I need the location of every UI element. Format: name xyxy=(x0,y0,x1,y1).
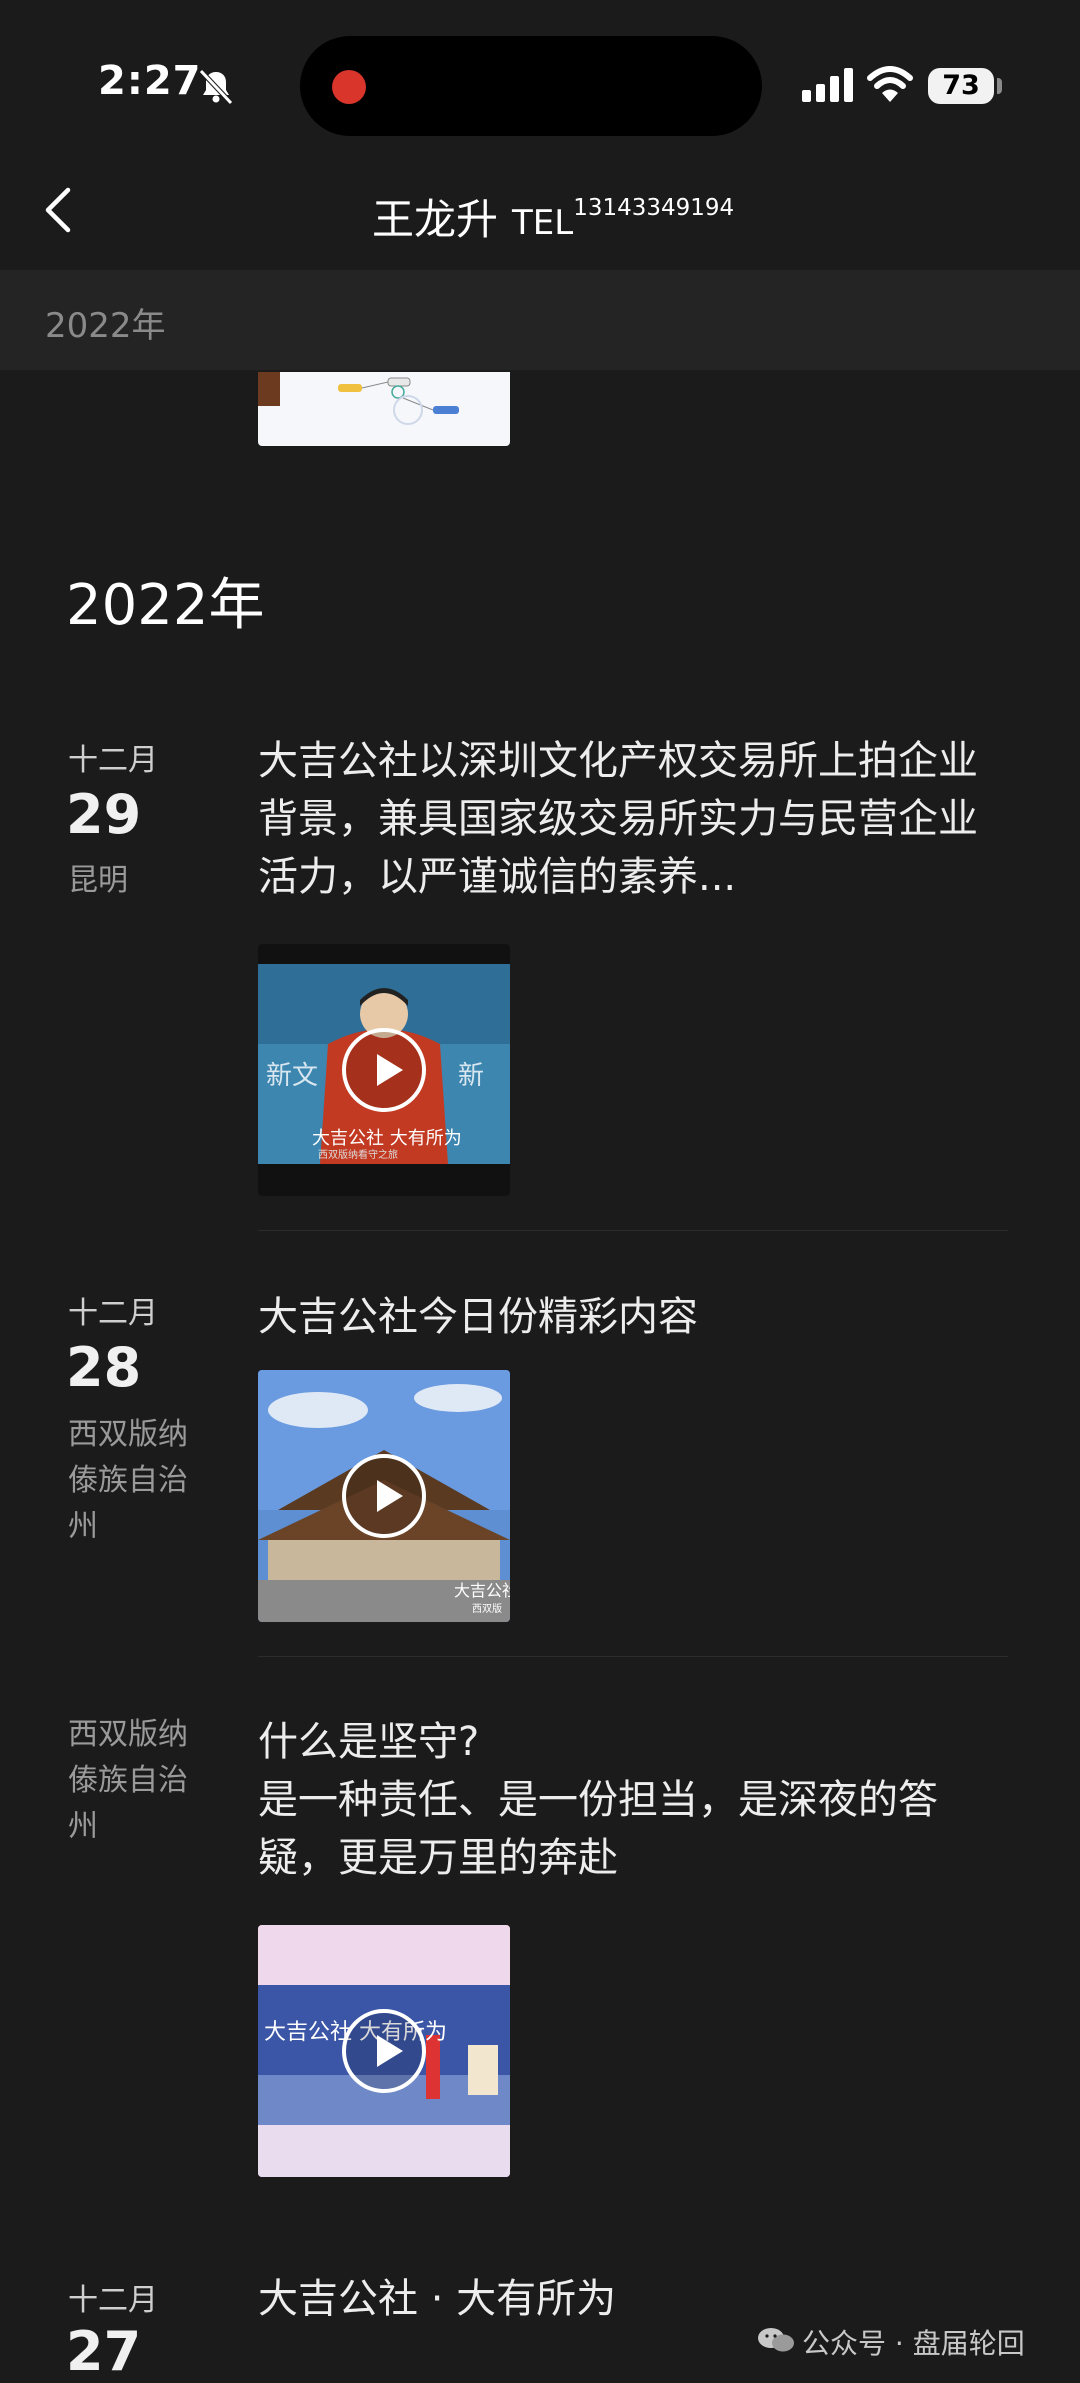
watermark: 公众号 · 盘届轮回 xyxy=(802,2327,1025,2360)
bell-slash-icon xyxy=(199,69,233,105)
sticky-year-bar: 2022年 xyxy=(0,270,1080,370)
post-text[interactable]: 什么是坚守? 是一种责任、是一份担当，是深夜的答疑，更是万里的奔赴 xyxy=(258,1713,998,1887)
play-icon[interactable] xyxy=(342,2009,426,2093)
signal-icon xyxy=(802,68,853,102)
thumb-caption: 大吉公社 大有所为 xyxy=(312,1128,462,1149)
wechat-icon xyxy=(758,2328,794,2352)
post-text[interactable]: 大吉公社今日份精彩内容 xyxy=(258,1288,998,1346)
play-icon[interactable] xyxy=(342,1028,426,1112)
post-day: 27 xyxy=(66,2320,142,2383)
divider xyxy=(258,1230,1008,1231)
svg-text:新: 新 xyxy=(458,1061,484,1091)
video-thumbnail[interactable]: 大吉公社 大有所为 xyxy=(258,1925,510,2177)
flowchart-thumbnail-image xyxy=(258,372,459,425)
chevron-left-icon[interactable] xyxy=(40,185,80,235)
post-text[interactable]: 大吉公社以深圳文化产权交易所上拍企业背景，兼具国家级交易所实力与民营企业活力，以… xyxy=(258,732,998,906)
partial-thumbnail[interactable] xyxy=(258,372,510,446)
dynamic-island xyxy=(300,36,762,136)
post-month: 十二月 xyxy=(68,743,158,778)
post-text-line: 是一种责任、是一份担当，是深夜的答疑，更是万里的奔赴 xyxy=(258,1777,938,1881)
post-text-line: 什么是坚守? xyxy=(258,1719,480,1765)
post-text[interactable]: 大吉公社 · 大有所为 xyxy=(258,2270,998,2328)
svg-text:新文: 新文 xyxy=(266,1061,318,1091)
battery-icon: 73 xyxy=(928,68,994,104)
wifi-icon xyxy=(867,66,913,102)
contact-name: 王龙升 xyxy=(372,195,499,244)
post-location: 西双版纳傣族自治州 xyxy=(68,1717,188,1844)
video-thumbnail[interactable]: 新文 新 大吉公社 大有所为 西双版纳看守之旅 xyxy=(258,944,510,1196)
sticky-year-label: 2022年 xyxy=(45,306,166,346)
tel-number: 13143349194 xyxy=(573,195,735,221)
post-month: 十二月 xyxy=(68,1296,158,1331)
thumb-subcaption: 西双版纳看守之旅 xyxy=(318,1148,398,1161)
post-month: 十二月 xyxy=(68,2283,158,2318)
video-thumbnail[interactable]: 大吉公社 西双版 xyxy=(258,1370,510,1622)
divider xyxy=(258,1656,1008,1657)
post-day: 29 xyxy=(66,783,142,846)
post-location: 昆明 xyxy=(68,863,128,898)
post-location: 西双版纳傣族自治州 xyxy=(68,1417,188,1544)
year-heading: 2022年 xyxy=(66,573,265,638)
recording-indicator xyxy=(332,70,366,104)
status-time: 2:27 xyxy=(98,58,202,104)
tel-label: TEL xyxy=(512,203,574,243)
post-day: 28 xyxy=(66,1336,142,1399)
battery-tip xyxy=(997,78,1002,94)
play-icon[interactable] xyxy=(342,1454,426,1538)
thumb-caption: 大吉公社 xyxy=(454,1581,510,1600)
page-title: 王龙升 TEL13143349194 xyxy=(372,186,734,247)
thumb-subcaption: 西双版 xyxy=(472,1602,502,1615)
